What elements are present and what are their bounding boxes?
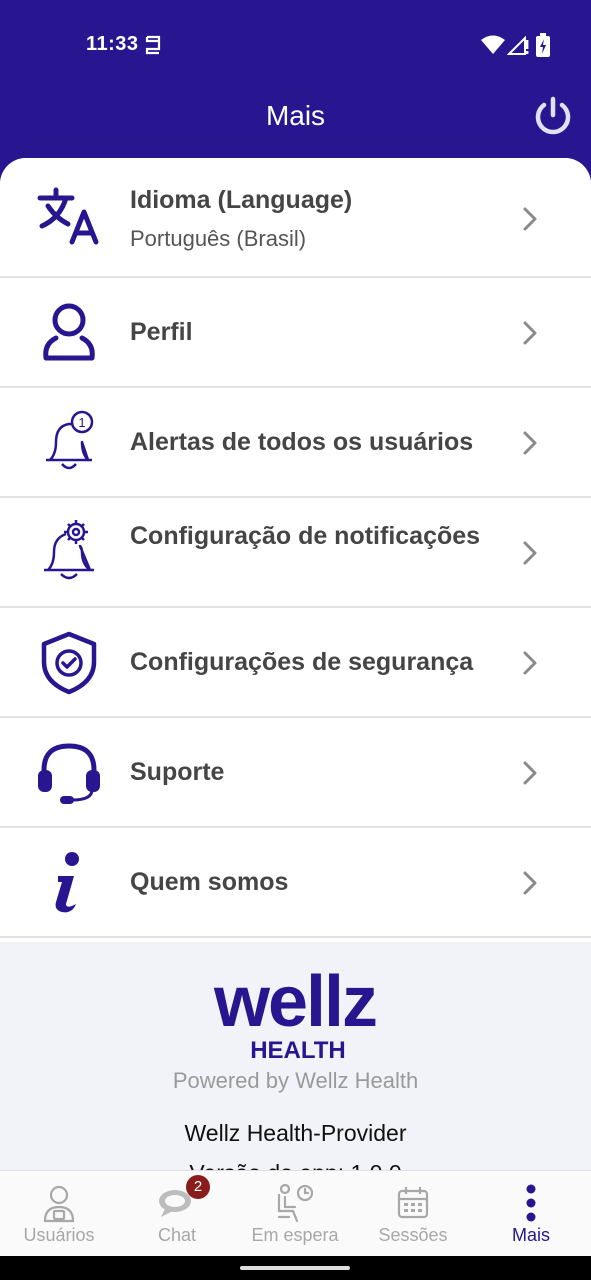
menu-label: Idioma (Language) [130, 186, 353, 214]
nav-label: Em espera [251, 1225, 339, 1245]
menu-item-alerts[interactable]: 1 Alertas de todos os usuários [0, 388, 591, 498]
menu-text-security: Configurações de segurança [130, 646, 521, 678]
menu-label: Quem somos [130, 868, 289, 896]
s-notification-icon [145, 35, 161, 55]
nav-item-users[interactable]: Usuários [0, 1171, 118, 1257]
nav-label: Sessões [378, 1225, 448, 1245]
menu-item-profile[interactable]: Perfil [0, 278, 591, 388]
menu-label: Configurações de segurança [130, 648, 474, 676]
svg-text:wellz: wellz [213, 970, 376, 1042]
chevron-right-icon [523, 431, 537, 455]
menu-text-about: Quem somos [130, 866, 521, 898]
info-icon [55, 852, 79, 913]
menu-label: Suporte [130, 758, 225, 786]
menu-item-support[interactable]: Suporte [0, 718, 591, 828]
user-icon [43, 303, 95, 361]
chevron-right-icon [523, 541, 537, 565]
menu-text-language: Idioma (Language) Português (Brasil) [130, 184, 521, 252]
status-bar: 11:33 [0, 0, 591, 90]
chevron-right-icon [523, 651, 537, 675]
menu-label: Alertas de todos os usuários [130, 428, 474, 456]
menu-item-security[interactable]: Configurações de segurança [0, 608, 591, 718]
user-nav-icon [43, 1185, 75, 1223]
svg-text:HEALTH: HEALTH [250, 1037, 346, 1060]
chevron-right-icon [523, 871, 537, 895]
bell-alert-icon: 1 [46, 410, 94, 470]
app-info-footer: wellz HEALTH Powered by Wellz Health Wel… [0, 942, 591, 1170]
menu-item-language[interactable]: Idioma (Language) Português (Brasil) [0, 158, 591, 278]
signal-icon [507, 35, 529, 55]
nav-item-sessions[interactable]: Sessões [354, 1171, 472, 1257]
settings-list: Idioma (Language) Português (Brasil) Per… [0, 158, 591, 1170]
shield-check-icon [41, 631, 97, 695]
nav-label: Usuários [23, 1225, 95, 1245]
wifi-icon [481, 35, 505, 54]
status-time: 11:33 [86, 33, 139, 55]
menu-text-notification-settings: Configuração de notificações [130, 520, 521, 552]
page-title: Mais [265, 100, 326, 131]
nav-item-waiting[interactable]: Em espera [236, 1171, 354, 1257]
waiting-icon [277, 1183, 314, 1223]
nav-item-chat[interactable]: 2 Chat [118, 1171, 236, 1257]
menu-text-alerts: Alertas de todos os usuários [130, 426, 521, 458]
nav-label: Chat [157, 1225, 197, 1245]
calendar-icon [397, 1187, 429, 1219]
menu-item-about[interactable]: Quem somos [0, 828, 591, 938]
chat-badge: 2 [186, 1175, 210, 1199]
gesture-bar [0, 1256, 591, 1280]
bottom-navigation: Usuários 2 Chat Em espera Sessões Mais [0, 1170, 591, 1256]
chevron-right-icon [523, 761, 537, 785]
menu-text-support: Suporte [130, 756, 521, 788]
translate-icon [37, 187, 99, 245]
menu-text-profile: Perfil [130, 316, 521, 348]
wellz-health-logo: wellz HEALTH [213, 970, 378, 1060]
power-icon[interactable] [532, 96, 574, 138]
menu-sublabel: Português (Brasil) [130, 226, 307, 251]
more-vertical-icon [526, 1184, 536, 1222]
chevron-right-icon [523, 321, 537, 345]
app-name: Wellz Health-Provider [184, 1120, 407, 1146]
nav-label: Mais [511, 1225, 550, 1245]
screen: 11:33 Mais Idioma (Language) Português (… [0, 0, 591, 1280]
menu-label: Perfil [130, 318, 193, 346]
menu-item-notification-settings[interactable]: Configuração de notificações [0, 498, 591, 608]
powered-by-text: Powered by Wellz Health [172, 1068, 419, 1093]
svg-text:1: 1 [78, 415, 85, 430]
headset-icon [38, 743, 100, 804]
home-gesture-handle[interactable] [240, 1266, 350, 1270]
chevron-right-icon [523, 207, 537, 231]
battery-charging-icon [536, 33, 550, 57]
menu-label: Configuração de notificações [130, 522, 481, 550]
nav-item-more[interactable]: Mais [472, 1171, 590, 1257]
app-version: Versão do app: 1.0.0 [0, 1160, 591, 1170]
bell-settings-icon [44, 520, 94, 580]
